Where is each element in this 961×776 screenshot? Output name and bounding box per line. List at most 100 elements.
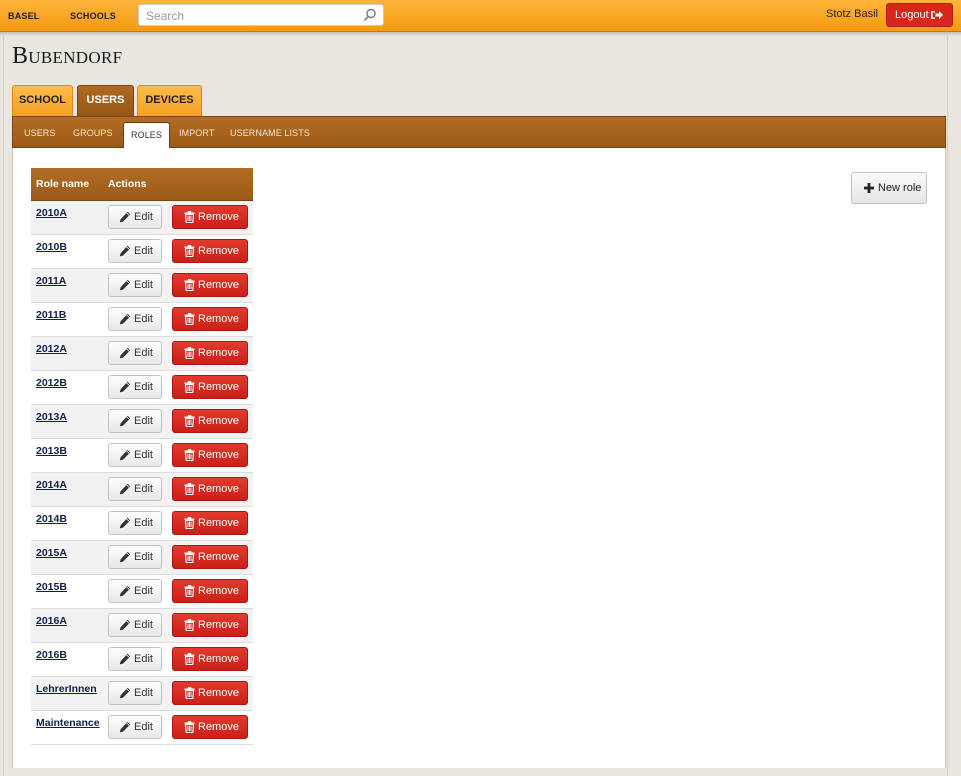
edit-button[interactable]: Edit xyxy=(108,341,162,365)
edit-label: Edit xyxy=(134,381,153,393)
table-row: 2015A Edit Remove xyxy=(31,541,253,575)
edit-button[interactable]: Edit xyxy=(108,443,162,467)
nav-link-schools[interactable]: SCHOOLS xyxy=(70,11,116,21)
trash-icon xyxy=(184,347,195,359)
role-name-link[interactable]: 2016A xyxy=(36,615,67,627)
table-row: 2010A Edit Remove xyxy=(31,201,253,235)
role-name-link[interactable]: 2015A xyxy=(36,547,67,559)
edit-label: Edit xyxy=(134,619,153,631)
role-name-link[interactable]: 2014B xyxy=(36,513,67,525)
remove-label: Remove xyxy=(198,313,239,325)
edit-button[interactable]: Edit xyxy=(108,205,162,229)
edit-label: Edit xyxy=(134,313,153,325)
edit-button[interactable]: Edit xyxy=(108,273,162,297)
remove-button[interactable]: Remove xyxy=(172,341,248,365)
edit-button[interactable]: Edit xyxy=(108,409,162,433)
edit-button[interactable]: Edit xyxy=(108,545,162,569)
subtab-groups[interactable]: GROUPS xyxy=(73,128,113,138)
pencil-icon xyxy=(119,415,131,427)
remove-button[interactable]: Remove xyxy=(172,647,248,671)
subtab-users[interactable]: USERS xyxy=(24,128,56,138)
role-name-link[interactable]: 2013A xyxy=(36,411,67,423)
trash-icon xyxy=(184,449,195,461)
table-row: Maintenance Edit Remove xyxy=(31,711,253,745)
pencil-icon xyxy=(119,687,131,699)
edit-button[interactable]: Edit xyxy=(108,579,162,603)
trash-icon xyxy=(184,551,195,563)
role-name-link[interactable]: 2013B xyxy=(36,445,67,457)
logout-label: Logout xyxy=(895,9,929,21)
table-row: 2015B Edit Remove xyxy=(31,575,253,609)
pencil-icon xyxy=(119,517,131,529)
subtab-roles[interactable]: ROLES xyxy=(123,122,171,149)
remove-button[interactable]: Remove xyxy=(172,613,248,637)
subtab-username-lists[interactable]: USERNAME LISTS xyxy=(230,128,310,138)
logout-button[interactable]: Logout xyxy=(886,3,953,27)
edit-button[interactable]: Edit xyxy=(108,681,162,705)
pencil-icon xyxy=(119,653,131,665)
remove-button[interactable]: Remove xyxy=(172,409,248,433)
edit-label: Edit xyxy=(134,517,153,529)
edit-button[interactable]: Edit xyxy=(108,375,162,399)
trash-icon xyxy=(184,619,195,631)
role-name-link[interactable]: 2011B xyxy=(36,309,66,321)
edit-label: Edit xyxy=(134,551,153,563)
trash-icon xyxy=(184,687,195,699)
edit-button[interactable]: Edit xyxy=(108,715,162,739)
role-name-link[interactable]: 2012B xyxy=(36,377,67,389)
role-name-link[interactable]: 2016B xyxy=(36,649,67,661)
remove-button[interactable]: Remove xyxy=(172,205,248,229)
edit-button[interactable]: Edit xyxy=(108,647,162,671)
role-name-link[interactable]: 2010A xyxy=(36,207,67,219)
remove-button[interactable]: Remove xyxy=(172,545,248,569)
trash-icon xyxy=(184,517,195,529)
tab-devices[interactable]: DEVICES xyxy=(137,85,202,116)
edit-label: Edit xyxy=(134,585,153,597)
remove-button[interactable]: Remove xyxy=(172,579,248,603)
trash-icon xyxy=(184,279,195,291)
remove-button[interactable]: Remove xyxy=(172,511,248,535)
remove-label: Remove xyxy=(198,279,239,291)
remove-button[interactable]: Remove xyxy=(172,477,248,501)
edit-button[interactable]: Edit xyxy=(108,613,162,637)
remove-label: Remove xyxy=(198,517,239,529)
role-name-link[interactable]: 2015B xyxy=(36,581,67,593)
remove-button[interactable]: Remove xyxy=(172,239,248,263)
table-row: 2012A Edit Remove xyxy=(31,337,253,371)
edit-button[interactable]: Edit xyxy=(108,477,162,501)
remove-label: Remove xyxy=(198,687,239,699)
trash-icon xyxy=(184,415,195,427)
search-input[interactable] xyxy=(146,8,356,23)
table-row: 2016B Edit Remove xyxy=(31,643,253,677)
remove-button[interactable]: Remove xyxy=(172,681,248,705)
page-title: Bubendorf xyxy=(12,43,123,69)
table-row: LehrerInnen Edit Remove xyxy=(31,677,253,711)
search-icon[interactable] xyxy=(363,8,377,22)
pencil-icon xyxy=(119,279,131,291)
remove-label: Remove xyxy=(198,721,239,733)
edit-button[interactable]: Edit xyxy=(108,239,162,263)
remove-button[interactable]: Remove xyxy=(172,273,248,297)
role-name-link[interactable]: Maintenance xyxy=(36,717,100,729)
remove-button[interactable]: Remove xyxy=(172,307,248,331)
tab-school[interactable]: SCHOOL xyxy=(12,85,73,116)
role-name-link[interactable]: 2011A xyxy=(36,275,66,287)
subtab-bar: USERS GROUPS ROLES IMPORT USERNAME LISTS xyxy=(12,116,946,149)
role-name-link[interactable]: 2012A xyxy=(36,343,67,355)
remove-button[interactable]: Remove xyxy=(172,715,248,739)
remove-button[interactable]: Remove xyxy=(172,375,248,399)
remove-label: Remove xyxy=(198,653,239,665)
remove-label: Remove xyxy=(198,211,239,223)
subtab-import[interactable]: IMPORT xyxy=(179,128,214,138)
edit-button[interactable]: Edit xyxy=(108,511,162,535)
remove-button[interactable]: Remove xyxy=(172,443,248,467)
edit-label: Edit xyxy=(134,687,153,699)
nav-link-basel[interactable]: BASEL xyxy=(8,11,40,21)
edit-button[interactable]: Edit xyxy=(108,307,162,331)
table-row: 2012B Edit Remove xyxy=(31,371,253,405)
role-name-link[interactable]: 2010B xyxy=(36,241,67,253)
new-role-button[interactable]: New role xyxy=(851,172,927,204)
role-name-link[interactable]: LehrerInnen xyxy=(36,683,97,695)
tab-users[interactable]: USERS xyxy=(77,85,134,116)
role-name-link[interactable]: 2014A xyxy=(36,479,67,491)
